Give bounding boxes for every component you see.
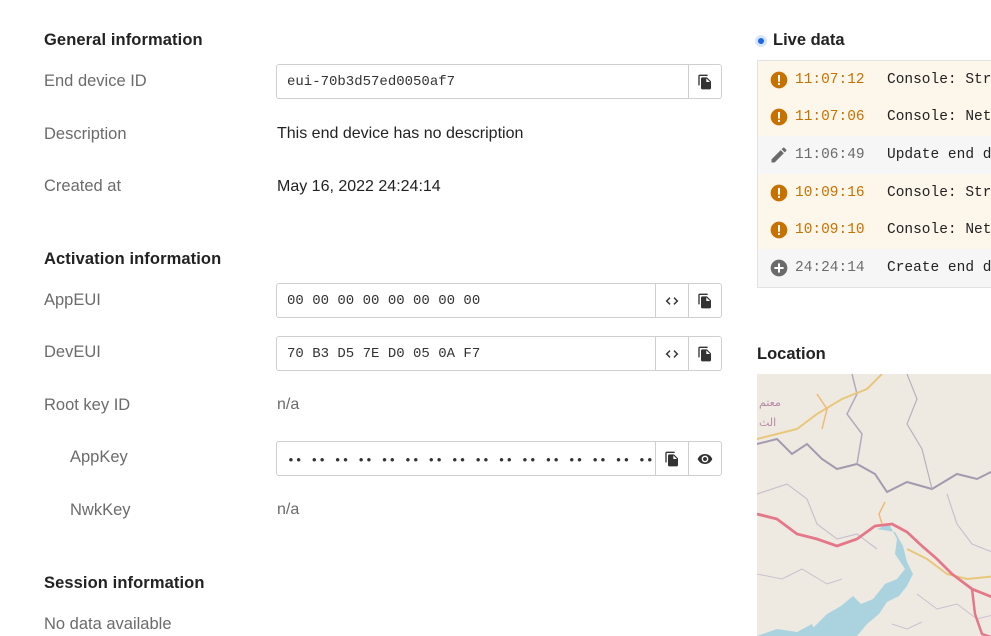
description-value: This end device has no description <box>277 125 524 142</box>
map-label: معتم <box>759 396 781 409</box>
copy-icon <box>665 451 678 466</box>
copy-icon <box>698 346 711 361</box>
live-status-dot <box>758 37 764 44</box>
end-device-id-label: End device ID <box>44 72 147 90</box>
warning-icon <box>769 70 789 90</box>
general-information-title: General information <box>44 31 203 49</box>
edit-icon <box>769 145 789 165</box>
event-row[interactable]: 10:09:10 Console: Net <box>758 211 991 249</box>
copy-appkey-button[interactable] <box>655 442 688 475</box>
location-title: Location <box>757 345 826 363</box>
event-row[interactable]: 11:07:12 Console: Str <box>758 61 991 99</box>
toggle-byte-format-appeui-button[interactable] <box>655 284 688 317</box>
event-row[interactable]: 10:09:16 Console: Str <box>758 173 991 212</box>
copy-icon <box>698 293 711 308</box>
created-at-label: Created at <box>44 177 122 195</box>
nwkkey-value: n/a <box>277 501 300 518</box>
live-data-events: 11:07:12 Console: Str 11:07:06 Console: … <box>757 60 991 288</box>
root-key-id-label: Root key ID <box>44 396 131 414</box>
live-data-label: Live data <box>773 31 845 49</box>
appkey-label: AppKey <box>70 448 128 466</box>
session-information-title: Session information <box>44 574 205 592</box>
add-circle-icon <box>769 258 789 278</box>
description-label: Description <box>44 125 127 143</box>
code-icon <box>665 296 679 305</box>
warning-icon <box>769 220 789 240</box>
show-appkey-button[interactable] <box>688 442 721 475</box>
copy-icon <box>698 74 711 89</box>
root-key-id-value: n/a <box>277 396 300 413</box>
event-message: Console: Str <box>887 184 991 201</box>
event-row[interactable]: 24:24:14 Create end d <box>758 248 991 287</box>
event-message: Console: Net <box>887 222 991 239</box>
warning-icon <box>769 107 789 127</box>
live-data-title[interactable]: Live data <box>757 31 845 50</box>
event-message: Console: Str <box>887 71 991 88</box>
deveui-field: 70 B3 D5 7E D0 05 0A F7 <box>276 336 722 371</box>
appkey-value[interactable]: •• •• •• •• •• •• •• •• •• •• •• •• •• •… <box>277 442 655 475</box>
end-device-id-value[interactable]: eui-70b3d57ed0050af7 <box>277 65 688 98</box>
appkey-field: •• •• •• •• •• •• •• •• •• •• •• •• •• •… <box>276 441 722 476</box>
nwkkey-label: NwkKey <box>70 501 131 519</box>
event-row[interactable]: 11:06:49 Update end d <box>758 136 991 174</box>
toggle-byte-format-deveui-button[interactable] <box>655 337 688 370</box>
location-map[interactable]: معتم الث <box>757 374 991 636</box>
eye-icon <box>697 453 713 464</box>
event-message: Update end d <box>887 146 991 163</box>
deveui-label: DevEUI <box>44 343 101 361</box>
event-time: 10:09:10 <box>795 222 865 239</box>
created-at-value: May 16, 2022 24:24:14 <box>277 178 441 195</box>
session-empty-text: No data available <box>44 615 172 633</box>
event-time: 10:09:16 <box>795 184 865 201</box>
svg-text:الث: الث <box>759 416 776 429</box>
event-row[interactable]: 11:07:06 Console: Net <box>758 98 991 137</box>
copy-device-id-button[interactable] <box>688 65 721 98</box>
copy-deveui-button[interactable] <box>688 337 721 370</box>
code-icon <box>665 349 679 358</box>
event-time: 11:07:06 <box>795 109 865 126</box>
event-time: 11:06:49 <box>795 146 865 163</box>
warning-icon <box>769 183 789 203</box>
event-time: 11:07:12 <box>795 71 865 88</box>
appeui-label: AppEUI <box>44 291 101 309</box>
appeui-value[interactable]: 00 00 00 00 00 00 00 00 <box>277 284 655 317</box>
event-message: Create end d <box>887 259 991 276</box>
copy-appeui-button[interactable] <box>688 284 721 317</box>
event-message: Console: Net <box>887 109 991 126</box>
deveui-value[interactable]: 70 B3 D5 7E D0 05 0A F7 <box>277 337 655 370</box>
activation-information-title: Activation information <box>44 250 222 268</box>
event-time: 24:24:14 <box>795 259 865 276</box>
appeui-field: 00 00 00 00 00 00 00 00 <box>276 283 722 318</box>
end-device-id-field: eui-70b3d57ed0050af7 <box>276 64 722 99</box>
map-tiles: معتم الث <box>757 374 991 636</box>
